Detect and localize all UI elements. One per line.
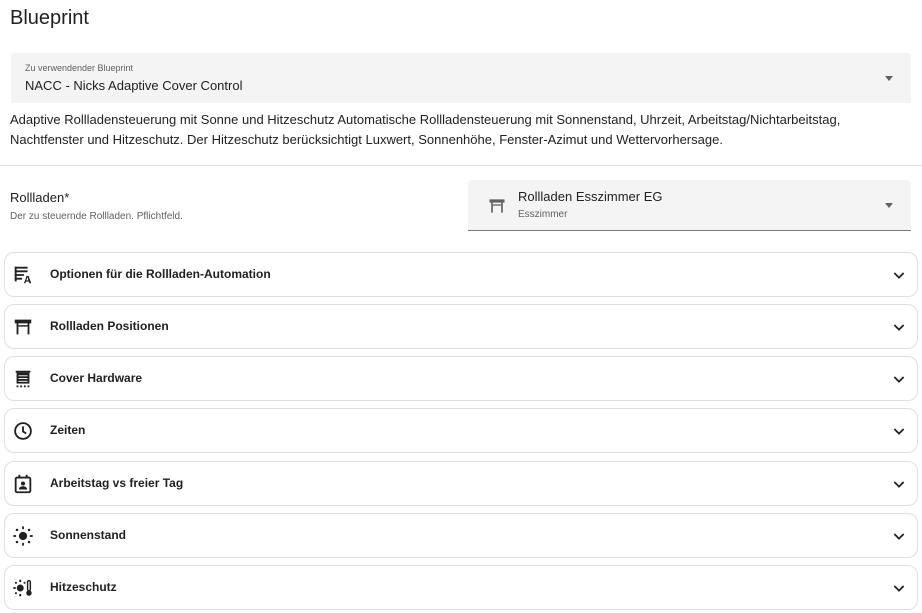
chevron-down-icon xyxy=(893,272,905,279)
chevron-down-icon xyxy=(893,533,905,540)
chevron-down-icon xyxy=(893,324,905,331)
section-label: Rollladen Positionen xyxy=(50,319,169,333)
section-label: Hitzeschutz xyxy=(50,580,117,594)
section-workday-vs-freeday[interactable]: Arbeitstag vs freier Tag xyxy=(4,461,918,506)
window-shutter-icon xyxy=(489,199,505,213)
section-label: Arbeitstag vs freier Tag xyxy=(50,476,184,490)
blueprint-description: Adaptive Rollladensteuerung mit Sonne un… xyxy=(10,112,841,147)
calendar-account-icon xyxy=(14,474,32,494)
page-title: Blueprint xyxy=(10,7,89,29)
cover-field-label: Rollladen* xyxy=(10,190,70,205)
dropdown-arrow-icon xyxy=(885,76,893,81)
chevron-down-icon xyxy=(893,481,905,488)
text-box-options-icon xyxy=(14,266,32,284)
cover-entity-area: Esszimmer xyxy=(518,209,568,220)
window-shutter-icon xyxy=(14,319,32,335)
chevron-down-icon xyxy=(893,428,905,435)
section-automation-options[interactable]: Optionen für die Rollladen-Automation xyxy=(4,252,918,297)
blueprint-select-label: Zu verwendender Blueprint xyxy=(25,63,134,73)
sun-icon xyxy=(13,526,33,546)
section-label: Optionen für die Rollladen-Automation xyxy=(50,267,271,281)
section-label: Sonnenstand xyxy=(50,528,127,542)
section-sun-position[interactable]: Sonnenstand xyxy=(4,513,918,558)
section-label: Zeiten xyxy=(50,423,86,437)
section-cover-positions[interactable]: Rollladen Positionen xyxy=(4,304,918,349)
blueprint-select[interactable]: Zu verwendender Blueprint NACC - Nicks A… xyxy=(11,53,911,103)
chevron-down-icon xyxy=(893,376,905,383)
cover-entity-select[interactable]: Rollladen Esszimmer EG Esszimmer xyxy=(468,180,911,231)
section-heat-protection[interactable]: Hitzeschutz xyxy=(4,565,918,610)
divider xyxy=(0,165,922,166)
sun-thermometer-icon xyxy=(13,579,32,597)
cover-entity-name: Rollladen Esszimmer EG xyxy=(518,189,663,204)
blueprint-select-value: NACC - Nicks Adaptive Cover Control xyxy=(25,78,243,93)
clock-icon xyxy=(14,422,32,440)
section-times[interactable]: Zeiten xyxy=(4,408,918,453)
section-cover-hardware[interactable]: Cover Hardware xyxy=(4,356,918,401)
section-label: Cover Hardware xyxy=(50,371,143,385)
cover-field-helper: Der zu steuernde Rollladen. Pflichtfeld. xyxy=(10,211,183,222)
chevron-down-icon xyxy=(893,585,905,592)
dropdown-arrow-icon xyxy=(885,203,893,208)
roller-shade-icon xyxy=(15,370,31,388)
